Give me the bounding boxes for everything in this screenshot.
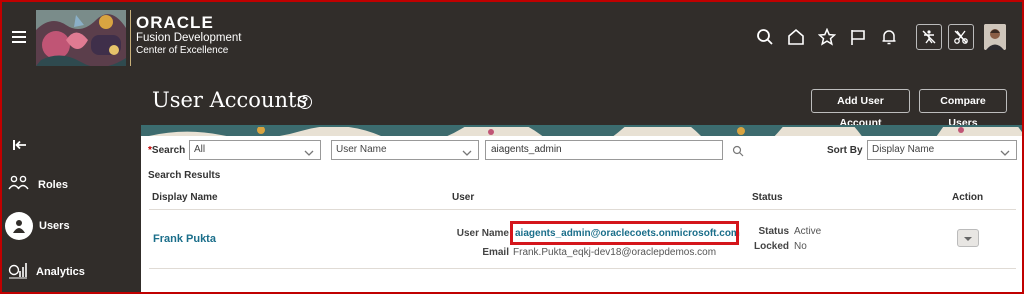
locked-value: No [794,241,807,252]
search-icon[interactable] [754,26,776,48]
search-label: *Search [148,145,186,156]
search-panel: *Search All User Name aiagents_admin Sor… [141,125,1024,294]
sidebar-item-label: Roles [38,178,68,191]
brand-divider [130,10,131,66]
page-title: User Accounts [152,88,308,112]
decorative-banner [141,125,1024,136]
column-header-status[interactable]: Status [752,192,783,203]
scissors-off-icon[interactable] [948,24,974,50]
user-name-label: User Name [456,228,509,239]
sidebar-item-label: Users [39,220,70,232]
status-value: Active [794,226,822,237]
collapse-sidebar-icon[interactable] [13,138,27,156]
compare-users-button[interactable]: Compare Users [919,89,1007,129]
sort-by-label: Sort By [827,145,863,156]
sidebar-item-label: Analytics [36,265,85,278]
row-action-button[interactable] [957,229,979,247]
sidebar-item-roles[interactable]: Roles [8,174,68,195]
app-header: ORACLE Fusion Development Center of Exce… [0,0,1024,76]
search-icon[interactable] [732,144,744,162]
locked-label: Locked [753,241,789,252]
home-icon[interactable] [785,26,807,48]
brand-line1: Fusion Development [136,32,242,44]
star-icon[interactable] [816,26,838,48]
column-header-user[interactable]: User [452,192,474,203]
flag-icon[interactable] [847,26,869,48]
sort-by-select[interactable]: Display Name [867,140,1017,160]
table-row-divider [149,268,1016,269]
search-results-label: Search Results [148,170,221,181]
header-toolbar [754,24,1006,50]
brand-text: ORACLE Fusion Development Center of Exce… [136,14,241,57]
highlight-box [510,221,739,245]
search-input[interactable]: aiagents_admin [485,140,723,160]
chevron-down-icon [304,146,314,164]
sidebar-item-analytics[interactable]: Analytics [8,261,85,282]
roles-icon [8,174,30,195]
bell-icon[interactable] [878,26,900,48]
chevron-down-icon [1000,146,1010,164]
accessibility-off-icon[interactable] [916,24,942,50]
email-value: Frank.Pukta_eqkj-dev18@oraclepdemos.com [513,247,717,258]
add-user-account-button[interactable]: Add User Account [811,89,910,129]
menu-icon[interactable] [12,31,26,43]
analytics-icon [8,261,28,282]
column-header-action: Action [952,192,984,203]
table-header-divider [149,209,1016,210]
search-field-select[interactable]: User Name [331,140,479,160]
sidebar-item-users[interactable]: Users [5,212,70,240]
oracle-logo: ORACLE [136,13,214,32]
caret-down-icon [963,229,973,247]
users-icon [5,212,33,240]
help-icon[interactable]: ? [298,95,312,109]
search-scope-select[interactable]: All [189,140,321,160]
email-label: Email [482,247,509,258]
status-label: Status [758,226,789,237]
brand-artwork [36,10,126,66]
display-name-link[interactable]: Frank Pukta [153,233,216,245]
user-avatar[interactable] [984,24,1006,50]
brand-line2: Center of Excellence [136,45,229,56]
chevron-down-icon [462,146,472,164]
column-header-display-name[interactable]: Display Name [152,192,218,203]
